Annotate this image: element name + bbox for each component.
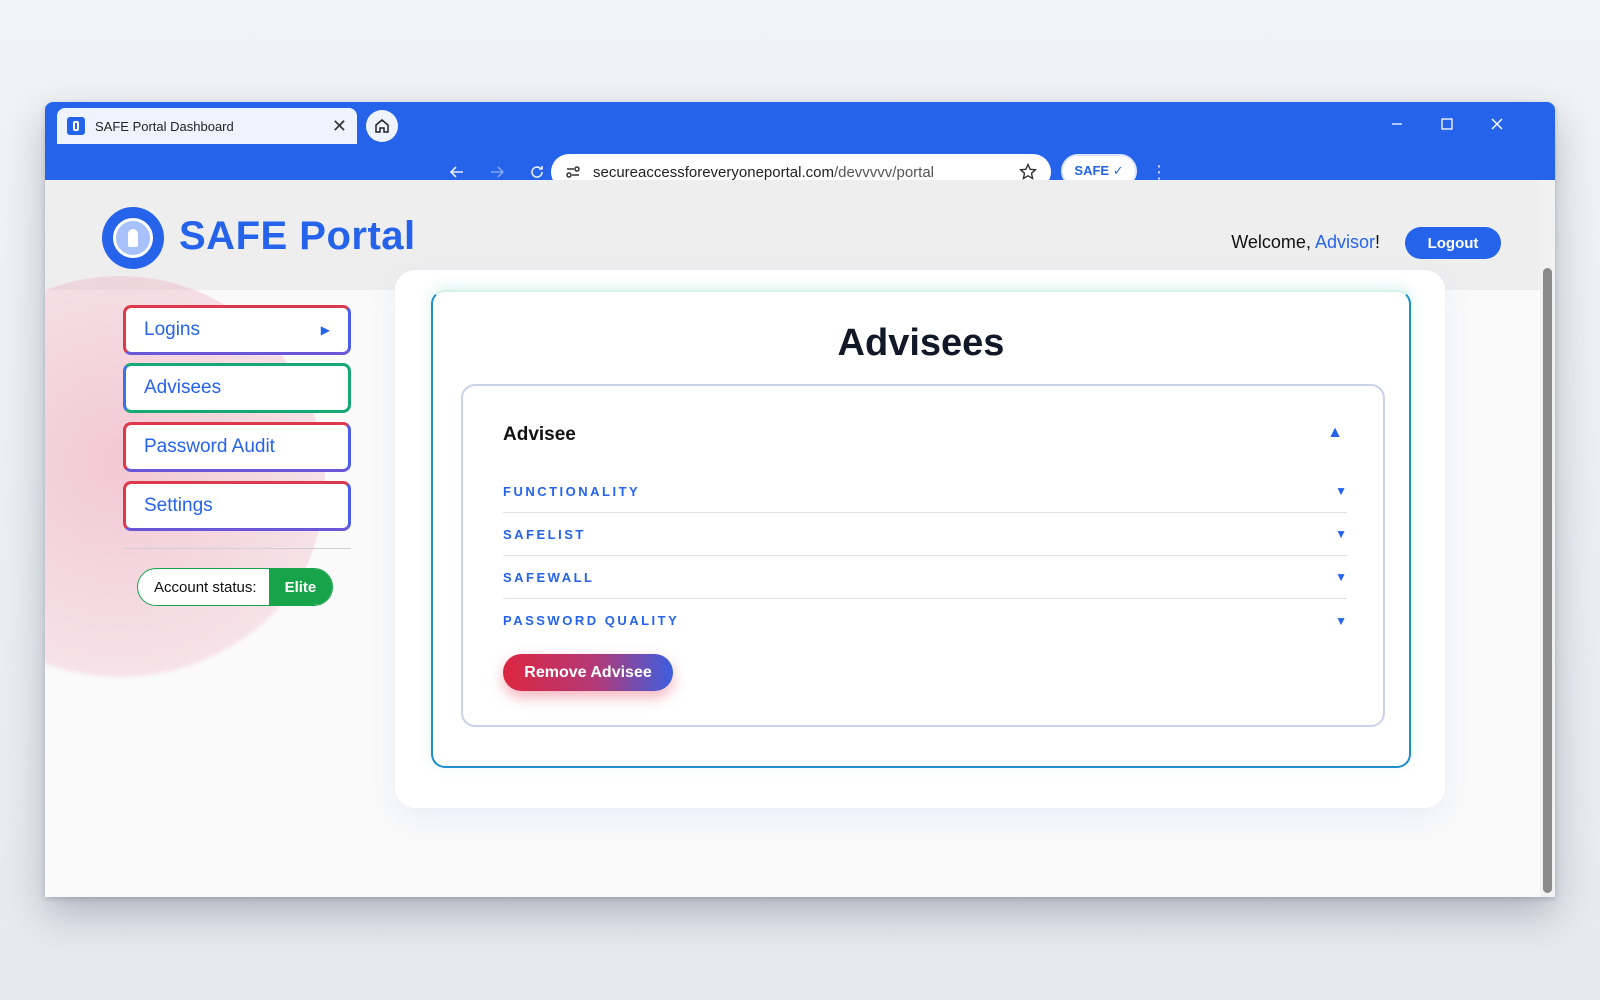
sidebar-item-label: Advisees (144, 377, 222, 398)
url-host: secureaccessforeveryoneportal.com (593, 163, 834, 181)
logo-keyhole (128, 229, 138, 247)
home-button-wrap (322, 110, 398, 142)
advisees-card: Advisees Advisee ▲ FUNCTIONALITY ▼ SAFEL… (431, 290, 1411, 768)
scrollbar-thumb[interactable] (1543, 268, 1552, 893)
remove-advisee-button[interactable]: Remove Advisee (503, 654, 673, 691)
maximize-button[interactable] (1425, 110, 1469, 138)
advisee-name: Advisee (503, 424, 576, 445)
reload-icon (531, 166, 543, 178)
section-label: SAFEWALL (503, 569, 595, 585)
section-label: PASSWORD QUALITY (503, 613, 680, 628)
welcome-message: Welcome, Advisor! (1231, 232, 1380, 253)
page-scrollbar[interactable] (1540, 180, 1555, 897)
maximize-icon (1441, 118, 1453, 130)
logout-button[interactable]: Logout (1405, 227, 1501, 259)
chevron-down-icon: ▼ (1335, 527, 1347, 541)
browser-window: SAFE Portal Dashboard ✕ secureaccessfore… (45, 102, 1555, 897)
sidebar-item-advisees[interactable]: Advisees (123, 363, 351, 413)
page-title: Advisees (837, 322, 1005, 364)
chevron-down-icon: ▼ (1335, 484, 1347, 498)
section-safewall[interactable]: SAFEWALL ▼ (503, 556, 1347, 599)
site-settings-icon[interactable] (565, 164, 581, 180)
section-label: SAFELIST (503, 526, 586, 542)
favicon-icon (67, 117, 85, 135)
sidebar-item-label: Password Audit (144, 436, 275, 457)
minimize-icon (1392, 123, 1402, 125)
url-text: secureaccessforeveryoneportal.com/devvvv… (593, 164, 1019, 181)
url-path: /devvvvv/portal (833, 163, 934, 181)
tab-title: SAFE Portal Dashboard (95, 118, 234, 134)
account-status-value: Elite (268, 569, 333, 605)
logo-ring (113, 218, 153, 258)
advisee-panel: Advisee ▲ FUNCTIONALITY ▼ SAFELIST ▼ SAF… (461, 384, 1385, 727)
page-content: SAFE Portal Welcome, Advisor! Logout Log… (45, 180, 1540, 897)
welcome-suffix: ! (1374, 232, 1380, 252)
sidebar-item-logins[interactable]: Logins ▶ (123, 305, 351, 355)
browser-tab[interactable]: SAFE Portal Dashboard ✕ (57, 108, 357, 144)
forward-arrow-icon (491, 166, 505, 178)
sidebar-item-settings[interactable]: Settings (123, 481, 351, 531)
section-password-quality[interactable]: PASSWORD QUALITY ▼ (503, 599, 1347, 642)
welcome-username: Advisor (1314, 232, 1375, 252)
safe-logo-icon (105, 210, 161, 266)
site-logo-text: SAFE Portal (179, 214, 416, 258)
close-window-button[interactable] (1475, 110, 1519, 138)
home-icon (375, 119, 389, 133)
sidebar-item-password-audit[interactable]: Password Audit (123, 422, 351, 472)
welcome-prefix: Welcome, (1231, 232, 1315, 252)
section-label: FUNCTIONALITY (503, 483, 641, 499)
sidebar-item-label: Logins (144, 319, 200, 340)
chevron-down-icon: ▼ (1335, 613, 1347, 628)
collapse-arrow-icon[interactable]: ▲ (1327, 424, 1343, 442)
minimize-button[interactable] (1375, 110, 1419, 138)
account-status-label: Account status: (154, 578, 257, 596)
back-arrow-icon (449, 166, 463, 178)
home-button[interactable] (366, 110, 398, 142)
section-functionality[interactable]: FUNCTIONALITY ▼ (503, 470, 1347, 513)
chevron-down-icon: ▼ (1335, 570, 1347, 584)
section-safelist[interactable]: SAFELIST ▼ (503, 513, 1347, 556)
account-status-badge: Account status: Elite (137, 568, 334, 606)
bookmark-star-icon[interactable] (1019, 163, 1037, 181)
sidebar-divider (123, 548, 351, 549)
sidebar-item-label: Settings (144, 495, 213, 516)
close-icon (1491, 118, 1503, 130)
expand-arrow-icon: ▶ (320, 323, 330, 337)
